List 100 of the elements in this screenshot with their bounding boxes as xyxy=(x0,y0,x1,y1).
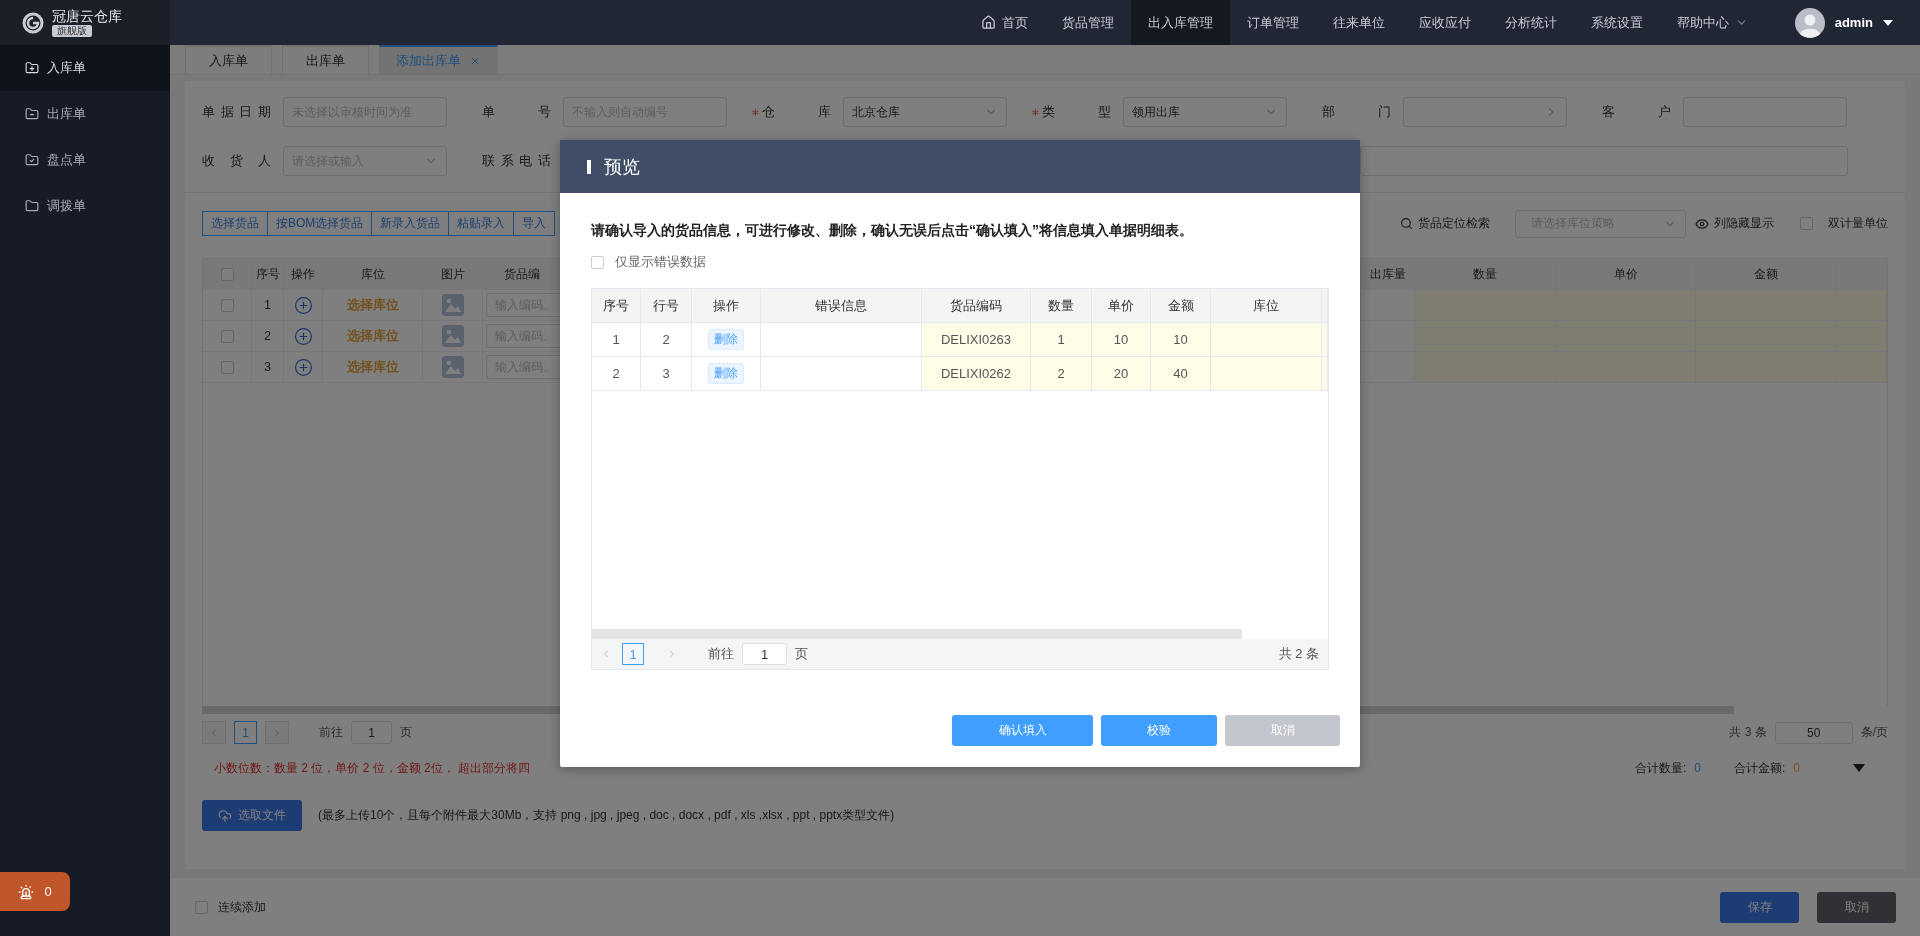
column-header: 金额 xyxy=(1151,289,1211,322)
brand-name: 冠唐云仓库 xyxy=(52,8,122,24)
sidebar-item[interactable]: 入库单 xyxy=(0,45,170,91)
column-header: 金额 xyxy=(1696,259,1836,289)
tab[interactable]: 添加出库单 xyxy=(379,45,498,74)
checkbox-label: 双计量单位 xyxy=(1828,215,1888,232)
total-count: 共 3 条 xyxy=(1729,724,1767,741)
select-field[interactable] xyxy=(1403,97,1567,127)
pager-text: 条/页 xyxy=(1860,724,1888,741)
nav-item[interactable]: 出入库管理 xyxy=(1130,0,1230,45)
page-input[interactable]: 1 xyxy=(351,721,392,744)
logo-icon xyxy=(22,11,44,34)
dialog-button[interactable]: 校验 xyxy=(1101,715,1217,746)
column-header: 序号 xyxy=(252,259,284,289)
alarm-badge[interactable]: 0 xyxy=(0,872,70,911)
select-field[interactable]: 北京仓库 xyxy=(843,97,1007,127)
edition-badge: 旗舰版 xyxy=(52,25,92,37)
folder-icon xyxy=(25,199,39,213)
table-cell: 1 xyxy=(1031,323,1092,356)
checkbox[interactable] xyxy=(1800,217,1813,230)
nav-item[interactable]: 首页 xyxy=(963,0,1045,45)
field-label: 类型 xyxy=(1042,103,1111,121)
total-label: 合计数量: xyxy=(1634,759,1687,777)
eye-icon xyxy=(1695,216,1709,231)
dialog-title: 预览 xyxy=(604,155,640,179)
column-header: 数量 xyxy=(1415,259,1556,289)
instruction-text: 请确认导入的货品信息，可进行修改、删除，确认无误后点击“确认填入”将信息填入单据明细表。 xyxy=(591,221,1194,239)
page-number[interactable]: 1 xyxy=(234,721,257,744)
avatar-icon[interactable] xyxy=(1794,7,1825,38)
total-value: 0 xyxy=(1793,761,1800,775)
sidebar-item[interactable]: 盘点单 xyxy=(0,137,170,183)
nav-item[interactable]: 帮助中心 xyxy=(1659,0,1765,45)
nav-item[interactable]: 订单管理 xyxy=(1229,0,1316,45)
add-icon[interactable] xyxy=(293,295,313,315)
column-header: 行号 xyxy=(641,289,692,322)
tab[interactable]: 出库单 xyxy=(282,45,369,74)
nav-item[interactable]: 应收应付 xyxy=(1401,0,1488,45)
column-header: 货品编 xyxy=(483,259,561,289)
column-header: 操作 xyxy=(284,259,323,289)
tab[interactable]: 入库单 xyxy=(185,45,272,74)
checkbox[interactable] xyxy=(591,255,604,269)
home-icon xyxy=(980,15,996,30)
delete-button[interactable]: 删除 xyxy=(708,329,744,350)
table-cell: 10 xyxy=(1092,323,1151,356)
pager-text: 前往 xyxy=(319,724,343,741)
location-link[interactable]: 选择库位 xyxy=(346,358,399,376)
location-link[interactable]: 选择库位 xyxy=(346,327,399,345)
sidebar-item[interactable]: 调拨单 xyxy=(0,183,170,229)
field-label: 收货人 xyxy=(202,152,271,170)
upload-button[interactable]: 选取文件 xyxy=(202,800,302,831)
save-button[interactable]: 保存 xyxy=(1720,891,1799,923)
field-label: 单据日期 xyxy=(202,103,271,121)
field-label: 联系电话 xyxy=(482,152,551,170)
notice-text: 小数位数：数量 2 位，单价 2 位，金额 2位， 超出部分将四 xyxy=(213,759,531,777)
select-field[interactable]: 领用出库 xyxy=(1123,97,1287,127)
column-header: 库位 xyxy=(323,259,423,289)
table-cell: 20 xyxy=(1092,357,1151,390)
column-header: 错误信息 xyxy=(761,289,922,322)
location-link[interactable]: 选择库位 xyxy=(346,296,399,314)
add-icon[interactable] xyxy=(293,357,313,377)
column-header: 出库量 xyxy=(1361,259,1415,289)
pager-text: 页 xyxy=(400,724,412,741)
nav-item[interactable]: 分析统计 xyxy=(1487,0,1574,45)
checkbox[interactable] xyxy=(220,360,234,374)
page-number[interactable]: 1 xyxy=(622,643,644,665)
search-icon xyxy=(1400,217,1413,230)
nav-item[interactable]: 系统设置 xyxy=(1573,0,1660,45)
pager-text: 前往 xyxy=(708,645,734,663)
checkbox[interactable] xyxy=(220,329,234,343)
nav-item[interactable]: 往来单位 xyxy=(1315,0,1402,45)
user-name[interactable]: admin xyxy=(1834,15,1873,30)
image-icon xyxy=(441,356,464,378)
column-header: 单价 xyxy=(1556,259,1696,289)
field-label: 单号 xyxy=(482,103,551,121)
folder-icon xyxy=(25,153,39,167)
input-field[interactable] xyxy=(1360,146,1848,176)
image-icon xyxy=(441,325,464,347)
scrollbar[interactable] xyxy=(592,629,1242,639)
next-page-button[interactable] xyxy=(265,721,289,744)
column-header: 库位 xyxy=(1211,289,1322,322)
add-icon[interactable] xyxy=(293,326,313,346)
dialog-button[interactable]: 取消 xyxy=(1225,715,1340,746)
caret-down-icon[interactable] xyxy=(1883,19,1893,26)
siren-icon xyxy=(18,883,35,900)
table-cell: DELIXI0263 xyxy=(922,323,1031,356)
column-toggle-link[interactable]: 列隐藏显示 xyxy=(1695,215,1774,232)
table-cell: 2 xyxy=(1031,357,1092,390)
checkbox[interactable] xyxy=(220,267,234,281)
page-input[interactable]: 1 xyxy=(742,643,787,665)
dialog-button[interactable]: 确认填入 xyxy=(952,715,1093,746)
image-icon xyxy=(441,294,464,316)
delete-button[interactable]: 删除 xyxy=(708,363,744,384)
nav-item[interactable]: 货品管理 xyxy=(1044,0,1131,45)
page-size-select[interactable]: 50 xyxy=(1774,721,1853,744)
sidebar-item[interactable]: 出库单 xyxy=(0,91,170,137)
checkbox[interactable] xyxy=(220,298,234,312)
table-cell: 40 xyxy=(1151,357,1211,390)
locate-link[interactable]: 货品定位检索 xyxy=(1400,215,1490,232)
checkbox[interactable] xyxy=(195,900,208,914)
table-cell: DELIXI0262 xyxy=(922,357,1031,390)
